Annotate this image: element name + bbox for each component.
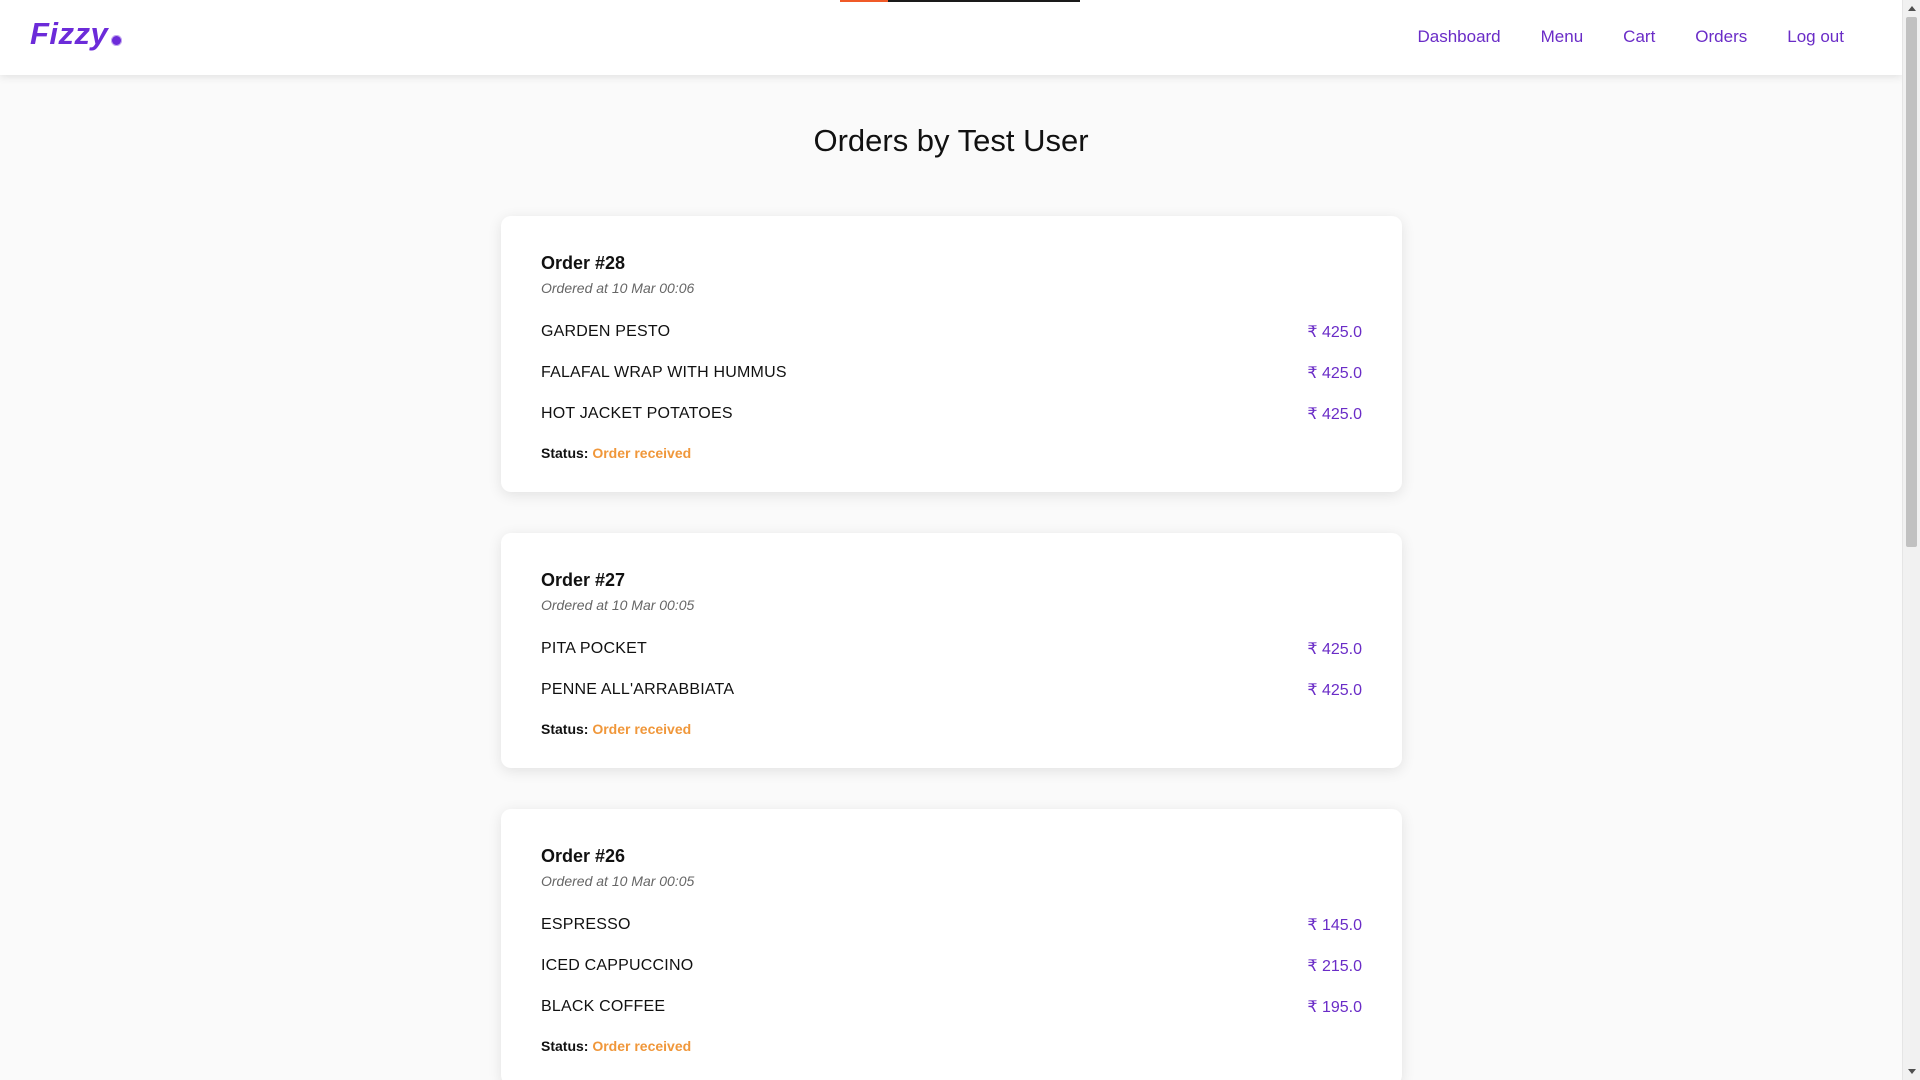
item-name: FALAFAL WRAP WITH HUMMUS — [541, 363, 787, 381]
status-label: Status: — [541, 445, 589, 461]
navbar: Fizzy Dashboard Menu Cart Orders Log out — [0, 0, 1902, 75]
order-item-row: GARDEN PESTO ₹ 425.0 — [541, 311, 1362, 352]
order-item-row: HOT JACKET POTATOES ₹ 425.0 — [541, 393, 1362, 434]
viewport: Fizzy Dashboard Menu Cart Orders Log out… — [0, 0, 1902, 1080]
nav-link-log-out[interactable]: Log out — [1787, 26, 1844, 48]
page-title: Orders by Test User — [813, 123, 1089, 158]
nav-link-dashboard[interactable]: Dashboard — [1417, 26, 1500, 48]
item-name: PENNE ALL'ARRABBIATA — [541, 680, 735, 698]
item-name: BLACK COFFEE — [541, 997, 666, 1015]
order-item-row: ICED CAPPUCCINO ₹ 215.0 — [541, 945, 1362, 986]
scrollbar-thumb[interactable] — [1906, 17, 1917, 547]
item-price: ₹ 425.0 — [1307, 323, 1362, 341]
status-label: Status: — [541, 721, 589, 737]
order-items: GARDEN PESTO ₹ 425.0 FALAFAL WRAP WITH H… — [541, 311, 1362, 434]
order-item-row: FALAFAL WRAP WITH HUMMUS ₹ 425.0 — [541, 352, 1362, 393]
order-time: Ordered at 10 Mar 00:06 — [541, 280, 695, 296]
order-item-row: ESPRESSO ₹ 145.0 — [541, 904, 1362, 945]
nav-link-cart[interactable]: Cart — [1623, 26, 1655, 48]
page: Fizzy Dashboard Menu Cart Orders Log out… — [0, 0, 1920, 1080]
order-time: Ordered at 10 Mar 00:05 — [541, 597, 695, 613]
brand-name: Fizzy — [30, 16, 109, 51]
nav-link-orders[interactable]: Orders — [1695, 26, 1747, 48]
item-name: GARDEN PESTO — [541, 322, 671, 340]
item-price: ₹ 215.0 — [1307, 957, 1362, 975]
loading-progress-accent — [840, 0, 888, 2]
order-items: ESPRESSO ₹ 145.0 ICED CAPPUCCINO ₹ 215.0… — [541, 904, 1362, 1027]
status-label: Status: — [541, 1038, 589, 1054]
order-time: Ordered at 10 Mar 00:05 — [541, 873, 695, 889]
brand-dot-icon — [111, 35, 123, 46]
item-price: ₹ 425.0 — [1307, 640, 1362, 658]
order-items: PITA POCKET ₹ 425.0 PENNE ALL'ARRABBIATA… — [541, 628, 1362, 710]
order-item-row: BLACK COFFEE ₹ 195.0 — [541, 986, 1362, 1027]
item-name: ESPRESSO — [541, 915, 631, 933]
nav-link-menu[interactable]: Menu — [1541, 26, 1584, 48]
order-card: Order #27 Ordered at 10 Mar 00:05 PITA P… — [501, 533, 1402, 768]
order-item-row: PENNE ALL'ARRABBIATA ₹ 425.0 — [541, 669, 1362, 710]
vertical-scrollbar[interactable] — [1902, 0, 1920, 1080]
order-status: Status: Order received — [541, 444, 1362, 462]
item-name: PITA POCKET — [541, 639, 647, 657]
order-status: Status: Order received — [541, 720, 1362, 738]
item-price: ₹ 195.0 — [1307, 998, 1362, 1016]
nav-links: Dashboard Menu Cart Orders Log out — [1417, 26, 1844, 48]
order-title: Order #26 — [541, 846, 626, 866]
order-item-row: PITA POCKET ₹ 425.0 — [541, 628, 1362, 669]
scroll-down-arrow-icon[interactable] — [1903, 1063, 1920, 1080]
brand-logo[interactable]: Fizzy — [30, 16, 123, 52]
loading-progress-bar — [840, 0, 1080, 2]
item-name: ICED CAPPUCCINO — [541, 956, 694, 974]
order-card: Order #26 Ordered at 10 Mar 00:05 ESPRES… — [501, 809, 1402, 1080]
order-status: Status: Order received — [541, 1037, 1362, 1055]
item-price: ₹ 145.0 — [1307, 916, 1362, 934]
order-card: Order #28 Ordered at 10 Mar 00:06 GARDEN… — [501, 216, 1402, 492]
item-price: ₹ 425.0 — [1307, 681, 1362, 699]
status-value: Order received — [592, 721, 692, 737]
status-value: Order received — [592, 445, 692, 461]
order-title: Order #28 — [541, 253, 626, 273]
orders-list: Order #28 Ordered at 10 Mar 00:06 GARDEN… — [501, 216, 1402, 1080]
item-name: HOT JACKET POTATOES — [541, 404, 733, 422]
status-value: Order received — [592, 1038, 692, 1054]
order-title: Order #27 — [541, 570, 626, 590]
item-price: ₹ 425.0 — [1307, 364, 1362, 382]
item-price: ₹ 425.0 — [1307, 405, 1362, 423]
scroll-up-arrow-icon[interactable] — [1903, 0, 1920, 17]
